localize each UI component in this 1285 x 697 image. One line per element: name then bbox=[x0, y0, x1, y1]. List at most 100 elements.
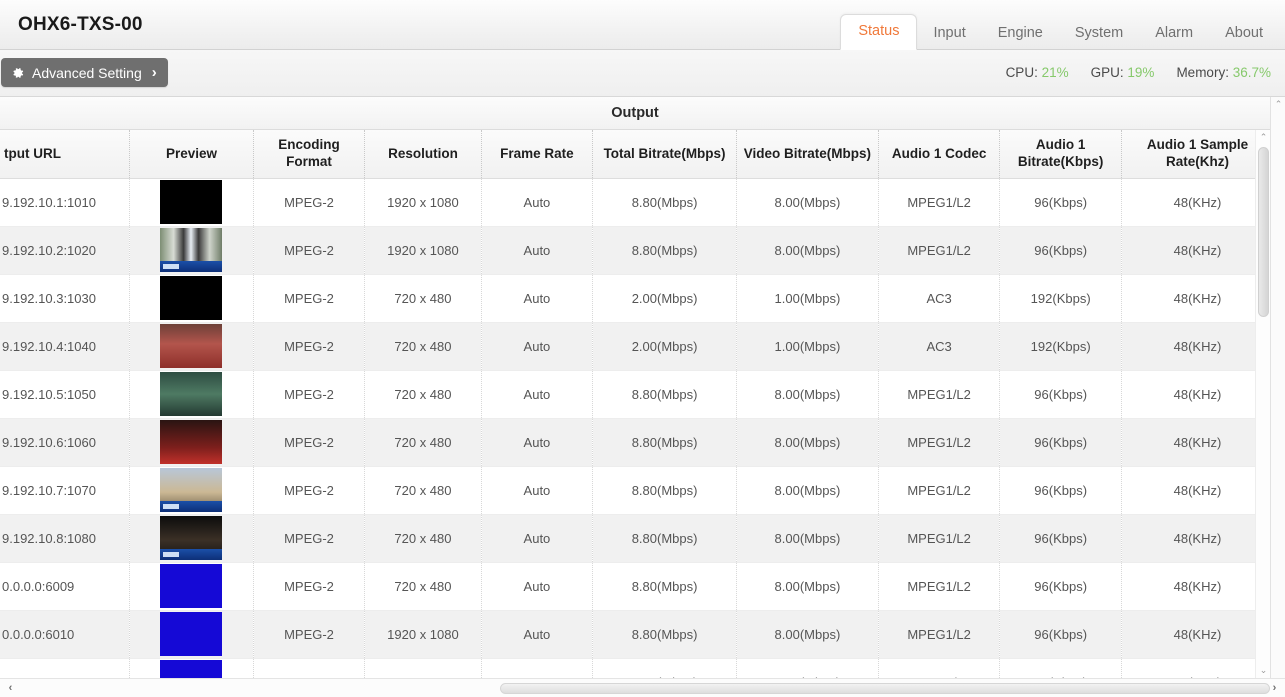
scroll-right-icon[interactable]: › bbox=[1266, 679, 1283, 697]
tab-status[interactable]: Status bbox=[840, 13, 918, 50]
memory-label: Memory: bbox=[1176, 65, 1229, 80]
cell-video-bitrate: 8.00(Mbps) bbox=[736, 226, 879, 275]
table-row[interactable]: 9.192.10.1:1010 MPEG-2 1920 x 1080 Auto 8.80… bbox=[0, 178, 1270, 227]
table-row[interactable]: 9.192.10.5:1050 MPEG-2 720 x 480 Auto 8.80(M… bbox=[0, 370, 1270, 419]
preview-thumbnail[interactable] bbox=[160, 564, 223, 608]
cell-preview bbox=[129, 466, 254, 515]
sub-toolbar: Advanced Setting › CPU: 21% GPU: 19% Mem… bbox=[0, 50, 1285, 97]
cell-resolution: 720 x 480 bbox=[364, 370, 482, 419]
cell-output-url: 9.192.10.6:1060 bbox=[0, 418, 131, 467]
memory-stat: Memory: 36.7% bbox=[1176, 65, 1271, 80]
table-row[interactable]: 9.192.10.6:1060 MPEG-2 720 x 480 Auto 8.80(M… bbox=[0, 418, 1270, 467]
cell-audio-sample-rate: 48(KHz) bbox=[1121, 370, 1270, 419]
scroll-left-icon[interactable]: ‹ bbox=[2, 679, 19, 697]
cell-resolution: 720 x 480 bbox=[364, 418, 482, 467]
horizontal-scroll-thumb[interactable] bbox=[500, 683, 1270, 694]
gpu-label: GPU: bbox=[1090, 65, 1124, 80]
cell-audio-codec: MPEG1/L2 bbox=[878, 562, 1001, 611]
application-window: OHX6-TXS-00 Status Input Engine System Alarm… bbox=[0, 0, 1285, 697]
table-row[interactable]: 9.192.10.2:1020 MPEG-2 1920 x 1080 Auto 8.80… bbox=[0, 226, 1270, 275]
preview-thumbnail[interactable] bbox=[160, 228, 223, 272]
cell-video-bitrate: 8.00(Mbps) bbox=[736, 466, 879, 515]
preview-thumbnail[interactable] bbox=[160, 516, 223, 560]
cell-resolution: 720 x 480 bbox=[364, 514, 482, 563]
table-row[interactable]: 0.0.0.0:6010 MPEG-2 1920 x 1080 Auto 8.80(Mb… bbox=[0, 610, 1270, 659]
cell-audio-bitrate: 96(Kbps) bbox=[999, 658, 1122, 678]
cell-preview bbox=[129, 322, 254, 371]
lower-third-banner bbox=[160, 549, 223, 560]
tab-input[interactable]: Input bbox=[917, 16, 981, 51]
advanced-setting-button[interactable]: Advanced Setting › bbox=[1, 58, 168, 87]
scroll-up-icon[interactable]: ⌃ bbox=[1271, 97, 1285, 112]
preview-thumbnail[interactable] bbox=[160, 372, 223, 416]
tab-system[interactable]: System bbox=[1059, 16, 1139, 51]
tab-engine[interactable]: Engine bbox=[982, 16, 1059, 51]
table-scroll-up-icon[interactable]: ⌃ bbox=[1256, 130, 1271, 145]
cell-video-bitrate: 8.00(Mbps) bbox=[736, 514, 879, 563]
cell-encoding-format: MPEG-2 bbox=[253, 370, 366, 419]
column-header: tput URL bbox=[0, 130, 131, 179]
table-row[interactable]: 0.0.0.0:6009 MPEG-2 720 x 480 Auto 8.80(Mbps… bbox=[0, 562, 1270, 611]
gpu-value: 19% bbox=[1127, 65, 1155, 80]
cell-frame-rate: Auto bbox=[481, 370, 594, 419]
page-vertical-scrollbar[interactable]: ⌃ ⌄ bbox=[1270, 97, 1285, 697]
table-vertical-scroll-thumb[interactable] bbox=[1258, 147, 1269, 317]
cell-audio-codec: AC3 bbox=[878, 274, 1001, 323]
cell-audio-codec: MPEG1/L2 bbox=[878, 226, 1001, 275]
table-row[interactable]: 9.192.10.7:1070 MPEG-2 720 x 480 Auto 8.80(M… bbox=[0, 466, 1270, 515]
cell-audio-codec: MPEG1/L2 bbox=[878, 610, 1001, 659]
table-row[interactable]: 0.0.0.0:6011 MPEG-21920 x 1080Auto8.80(Mb… bbox=[0, 658, 1270, 678]
cell-total-bitrate: 8.80(Mbps) bbox=[592, 226, 737, 275]
preview-thumbnail[interactable] bbox=[160, 324, 223, 368]
advanced-setting-label: Advanced Setting bbox=[32, 64, 142, 81]
tab-alarm[interactable]: Alarm bbox=[1139, 16, 1209, 51]
cell-preview bbox=[129, 370, 254, 419]
cell-total-bitrate: 2.00(Mbps) bbox=[592, 274, 737, 323]
cell-audio-bitrate: 96(Kbps) bbox=[999, 466, 1122, 515]
main-tab-bar: Status Input Engine System Alarm About bbox=[840, 11, 1279, 50]
preview-thumbnail[interactable] bbox=[160, 420, 223, 464]
cell-preview bbox=[129, 514, 254, 563]
preview-thumbnail[interactable] bbox=[160, 612, 223, 656]
cell-encoding-format: MPEG-2 bbox=[253, 178, 366, 227]
gpu-stat: GPU: 19% bbox=[1091, 65, 1155, 80]
preview-thumbnail[interactable] bbox=[160, 180, 223, 224]
cpu-stat: CPU: 21% bbox=[1006, 65, 1069, 80]
cell-audio-bitrate: 192(Kbps) bbox=[999, 322, 1122, 371]
cell-audio-bitrate: 192(Kbps) bbox=[999, 274, 1122, 323]
cell-audio-bitrate: 96(Kbps) bbox=[999, 178, 1122, 227]
system-stats: CPU: 21% GPU: 19% Memory: 36.7% bbox=[1006, 65, 1271, 80]
preview-thumbnail[interactable] bbox=[160, 660, 223, 678]
cell-total-bitrate: 8.80(Mbps) bbox=[592, 178, 737, 227]
column-header: Video Bitrate(Mbps) bbox=[736, 130, 879, 179]
cell-total-bitrate: 8.80(Mbps) bbox=[592, 610, 737, 659]
table-scroll-down-icon[interactable]: ⌄ bbox=[1256, 663, 1271, 678]
preview-thumbnail[interactable] bbox=[160, 468, 223, 512]
cell-preview bbox=[129, 562, 254, 611]
table-row[interactable]: 9.192.10.8:1080 MPEG-2 720 x 480 Auto 8.80(M… bbox=[0, 514, 1270, 563]
cell-video-bitrate: 1.00(Mbps) bbox=[736, 322, 879, 371]
table-horizontal-scrollbar[interactable]: ‹ › bbox=[0, 678, 1285, 697]
cell-output-url: 9.192.10.5:1050 bbox=[0, 370, 131, 419]
table-vertical-scrollbar[interactable]: ⌃ ⌄ bbox=[1255, 130, 1270, 678]
column-header: Total Bitrate(Mbps) bbox=[592, 130, 737, 179]
cell-output-url: 0.0.0.0:6009 bbox=[0, 562, 131, 611]
cell-video-bitrate: 8.00(Mbps) bbox=[736, 418, 879, 467]
cell-resolution: 720 x 480 bbox=[364, 466, 482, 515]
output-table-container: tput URL Preview Encoding Format Resolution… bbox=[0, 130, 1270, 678]
cell-preview bbox=[129, 274, 254, 323]
cell-total-bitrate: 8.80(Mbps) bbox=[592, 370, 737, 419]
preview-thumbnail[interactable] bbox=[160, 276, 223, 320]
title-bar: OHX6-TXS-00 Status Input Engine System Alarm… bbox=[0, 0, 1285, 50]
tab-about[interactable]: About bbox=[1209, 16, 1279, 51]
column-header: Frame Rate bbox=[481, 130, 594, 179]
cell-preview bbox=[129, 178, 254, 227]
cell-audio-bitrate: 96(Kbps) bbox=[999, 418, 1122, 467]
cell-audio-codec: MPEG1/L2 bbox=[878, 418, 1001, 467]
cell-audio-codec: MPEG1/L2 bbox=[878, 658, 1001, 678]
cell-output-url: 9.192.10.3:1030 bbox=[0, 274, 131, 323]
memory-value: 36.7% bbox=[1232, 65, 1271, 80]
table-row[interactable]: 9.192.10.4:1040 MPEG-2 720 x 480 Auto 2.00(M… bbox=[0, 322, 1270, 371]
table-row[interactable]: 9.192.10.3:1030 MPEG-2 720 x 480 Auto 2.00(M… bbox=[0, 274, 1270, 323]
column-header: Audio 1 Bitrate(Kbps) bbox=[999, 130, 1122, 179]
